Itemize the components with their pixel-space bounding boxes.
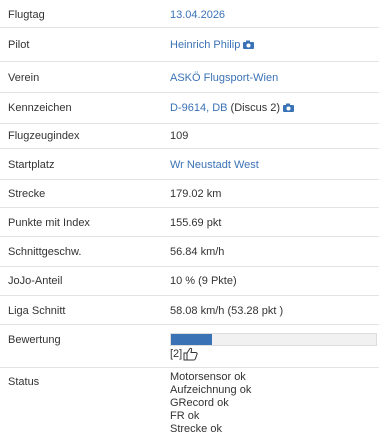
- label-flugzeugindex: Flugzeugindex: [8, 130, 80, 142]
- label-flugtag: Flugtag: [8, 9, 45, 21]
- status-item: GRecord ok: [170, 397, 229, 409]
- value-startplatz-link[interactable]: Wr Neustadt West: [170, 159, 259, 171]
- row-flugtag: Flugtag 13.04.2026: [0, 0, 379, 28]
- status-list: Motorsensor ok Aufzeichnung ok GRecord o…: [170, 371, 251, 436]
- value-strecke: 179.02 km: [170, 188, 222, 200]
- row-punkte-mit-index: Punkte mit Index 155.69 pkt: [0, 208, 379, 237]
- value-liga-schnitt: 58.08 km/h (53.28 pkt ): [170, 305, 284, 317]
- row-strecke: Strecke 179.02 km: [0, 180, 379, 208]
- label-startplatz: Startplatz: [8, 159, 55, 171]
- label-liga-schnitt: Liga Schnitt: [8, 305, 66, 317]
- row-jojo-anteil: JoJo-Anteil 10 % (9 Pkte): [0, 267, 379, 296]
- value-pilot: Heinrich Philip: [170, 39, 255, 52]
- row-verein: Verein ASKÖ Flugsport-Wien: [0, 62, 379, 93]
- status-item: Motorsensor ok: [170, 371, 246, 383]
- value-schnittgeschw: 56.84 km/h: [170, 246, 225, 258]
- rating-bar-fill: [171, 334, 212, 345]
- rating-count: [2]: [170, 348, 183, 360]
- row-liga-schnitt: Liga Schnitt 58.08 km/h (53.28 pkt ): [0, 296, 379, 325]
- thumbs-up-icon[interactable]: [183, 347, 198, 364]
- flight-details: Flugtag 13.04.2026 Pilot Heinrich Philip…: [0, 0, 379, 446]
- label-strecke: Strecke: [8, 188, 46, 200]
- label-punkte-mit-index: Punkte mit Index: [8, 217, 90, 229]
- value-punkte-mit-index: 155.69 pkt: [170, 217, 222, 229]
- row-pilot: Pilot Heinrich Philip: [0, 28, 379, 62]
- row-flugzeugindex: Flugzeugindex 109: [0, 124, 379, 149]
- rating-line: [2]: [170, 347, 198, 364]
- status-item: Aufzeichnung ok: [170, 384, 252, 396]
- status-item: FR ok: [170, 410, 200, 422]
- row-bewertung: Bewertung [2]: [0, 325, 379, 368]
- row-schnittgeschw: Schnittgeschw. 56.84 km/h: [0, 237, 379, 267]
- value-verein-link[interactable]: ASKÖ Flugsport-Wien: [170, 72, 278, 84]
- label-status: Status: [8, 376, 40, 388]
- row-status: Status Motorsensor ok Aufzeichnung ok GR…: [0, 368, 379, 446]
- label-bewertung: Bewertung: [8, 334, 61, 346]
- pilot-link[interactable]: Heinrich Philip: [170, 39, 240, 51]
- aircraft-type-text: (Discus 2): [227, 102, 281, 114]
- camera-icon[interactable]: [283, 103, 295, 115]
- value-flugtag-link[interactable]: 13.04.2026: [170, 9, 225, 21]
- rating-bar: [170, 333, 377, 346]
- label-verein: Verein: [8, 72, 40, 84]
- row-startplatz: Startplatz Wr Neustadt West: [0, 149, 379, 180]
- camera-icon[interactable]: [243, 40, 255, 52]
- value-jojo-anteil: 10 % (9 Pkte): [170, 275, 237, 287]
- value-flugzeugindex: 109: [170, 130, 189, 142]
- label-pilot: Pilot: [8, 39, 30, 51]
- label-schnittgeschw: Schnittgeschw.: [8, 246, 82, 258]
- status-item: Strecke ok: [170, 423, 222, 435]
- label-jojo-anteil: JoJo-Anteil: [8, 275, 63, 287]
- value-kennzeichen: D-9614, DB (Discus 2): [170, 102, 295, 115]
- label-kennzeichen: Kennzeichen: [8, 102, 72, 114]
- kennzeichen-link[interactable]: D-9614, DB: [170, 102, 227, 114]
- row-kennzeichen: Kennzeichen D-9614, DB (Discus 2): [0, 93, 379, 124]
